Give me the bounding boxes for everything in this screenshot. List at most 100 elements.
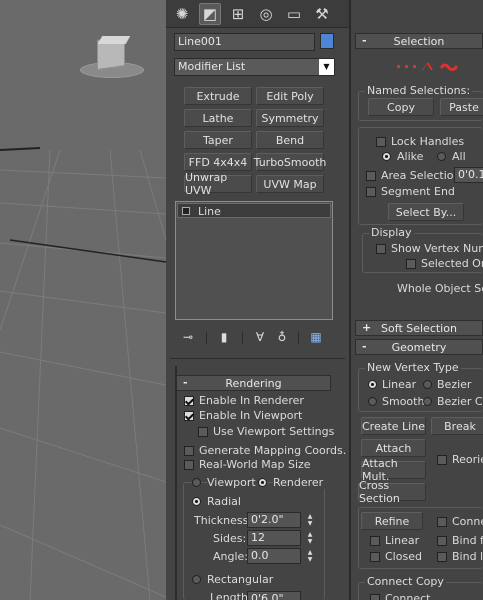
create-line-button[interactable]: Create Line: [361, 417, 426, 435]
bezier-corner-radio[interactable]: [423, 397, 432, 406]
connect-checkbox[interactable]: [437, 517, 447, 527]
geometry-rollout-header[interactable]: - Geometry: [355, 339, 483, 355]
lathe-button[interactable]: Lathe: [184, 109, 252, 127]
cross-section-button[interactable]: Cross Section: [358, 479, 426, 505]
viewcube[interactable]: [80, 36, 144, 82]
enable-in-viewport-label: Enable In Viewport: [199, 409, 303, 422]
use-viewport-settings-label: Use Viewport Settings: [213, 425, 335, 438]
ffd-button[interactable]: FFD 4x4x4: [184, 153, 252, 171]
connect-label: Conne: [452, 515, 483, 528]
renderer-radio[interactable]: [258, 478, 267, 487]
renderer-radio-label: Renderer: [273, 476, 326, 489]
taper-button[interactable]: Taper: [184, 131, 252, 149]
paste-button[interactable]: Paste: [440, 98, 483, 116]
uvw-map-button[interactable]: UVW Map: [256, 175, 324, 193]
object-color-swatch[interactable]: [320, 33, 334, 49]
motion-icon[interactable]: ◎: [255, 3, 277, 25]
turbosmooth-button[interactable]: TurboSmooth: [254, 153, 326, 171]
rectangular-radio[interactable]: [192, 575, 201, 584]
utilities-icon[interactable]: ⚒: [311, 3, 333, 25]
object-name-field[interactable]: Line001: [174, 33, 315, 51]
radial-radio[interactable]: [192, 497, 201, 506]
viewport-grid: [0, 147, 166, 600]
bend-button[interactable]: Bend: [256, 131, 324, 149]
enable-in-viewport-checkbox[interactable]: [184, 411, 194, 421]
bind-first-checkbox[interactable]: [437, 536, 447, 546]
show-vertex-numbers-label: Show Vertex Numbe: [391, 242, 483, 255]
bezier-radio[interactable]: [423, 380, 432, 389]
length-label: Length:: [210, 591, 252, 600]
closed-checkbox[interactable]: [370, 552, 380, 562]
sides-field[interactable]: 12: [247, 530, 301, 546]
length-field[interactable]: 0'6.0": [247, 591, 301, 600]
selection-rollout-header[interactable]: - Selection: [355, 33, 483, 49]
collapse-icon: -: [362, 340, 367, 353]
symmetry-button[interactable]: Symmetry: [256, 109, 324, 127]
alike-radio[interactable]: [382, 152, 391, 161]
area-selection-checkbox[interactable]: [366, 171, 376, 181]
hierarchy-icon[interactable]: ⊞: [227, 3, 249, 25]
create-icon[interactable]: ✺: [171, 3, 193, 25]
collapse-icon: -: [362, 34, 367, 47]
extrude-button[interactable]: Extrude: [184, 87, 252, 105]
selection-title: Selection: [393, 34, 445, 48]
closed-label: Closed: [385, 550, 422, 563]
linear-radio[interactable]: [368, 380, 377, 389]
copy-button[interactable]: Copy: [368, 98, 434, 116]
bezier-corner-label: Bezier Co: [437, 395, 483, 408]
bind-last-checkbox[interactable]: [437, 552, 447, 562]
modifier-list-dropdown[interactable]: Modifier List ▼: [174, 58, 335, 76]
generate-mapping-checkbox[interactable]: [184, 446, 194, 456]
use-viewport-settings-checkbox[interactable]: [198, 427, 208, 437]
edit-poly-button[interactable]: Edit Poly: [256, 87, 324, 105]
angle-field[interactable]: 0.0: [247, 548, 301, 564]
enable-in-renderer-checkbox[interactable]: [184, 396, 194, 406]
make-unique-icon[interactable]: ∀: [252, 330, 268, 346]
modifier-list-value: Modifier List: [178, 60, 246, 73]
display-icon[interactable]: ▭: [283, 3, 305, 25]
configure-sets-icon[interactable]: ▦: [308, 330, 324, 346]
refine-button[interactable]: Refine: [361, 512, 423, 530]
linear-checkbox[interactable]: [370, 536, 380, 546]
viewport-radio[interactable]: [192, 478, 201, 487]
stack-item-label: Line: [198, 205, 221, 218]
thickness-spinner[interactable]: ▲ ▼: [305, 512, 315, 528]
thickness-field[interactable]: 0'2.0": [247, 512, 301, 528]
all-radio[interactable]: [437, 152, 446, 161]
perspective-viewport[interactable]: [0, 0, 166, 600]
smooth-radio[interactable]: [368, 397, 377, 406]
bind-last-label: Bind la: [452, 550, 483, 563]
connect-copy-label: Connect Copy: [365, 575, 446, 588]
command-panel-tabs: ✺ ◩ ⊞ ◎ ▭ ⚒: [166, 0, 349, 28]
collapse-icon[interactable]: [182, 207, 190, 215]
attach-mult-button[interactable]: Attach Mult.: [361, 457, 426, 483]
select-by-button[interactable]: Select By...: [388, 203, 464, 221]
rendering-rollout-header[interactable]: - Rendering: [176, 375, 331, 391]
rectangular-radio-label: Rectangular: [207, 573, 274, 586]
selected-only-checkbox[interactable]: [406, 259, 416, 269]
break-button[interactable]: Break: [431, 417, 483, 435]
attach-button[interactable]: Attach: [361, 439, 426, 457]
area-selection-field[interactable]: 0'0.1": [454, 167, 483, 183]
show-end-result-icon[interactable]: ▮: [216, 330, 232, 346]
angle-spinner[interactable]: ▲ ▼: [305, 548, 315, 564]
modify-icon[interactable]: ◩: [199, 3, 221, 25]
show-vertex-numbers-checkbox[interactable]: [376, 244, 386, 254]
stack-item[interactable]: Line: [177, 203, 331, 218]
segment-end-checkbox[interactable]: [366, 187, 376, 197]
reorient-checkbox[interactable]: [437, 455, 447, 465]
modifier-stack[interactable]: Line: [175, 201, 333, 320]
soft-selection-title: Soft Selection: [381, 321, 457, 335]
sides-spinner[interactable]: ▲ ▼: [305, 530, 315, 546]
chevron-down-icon[interactable]: ▼: [319, 59, 334, 75]
selection-level-icons[interactable]: [395, 60, 465, 74]
remove-modifier-icon[interactable]: ♁: [274, 330, 290, 346]
reorient-label: Reorie: [452, 453, 483, 466]
pin-stack-icon[interactable]: ⊸: [180, 330, 196, 346]
unwrap-uvw-button[interactable]: Unwrap UVW: [184, 171, 252, 197]
soft-selection-rollout-header[interactable]: + Soft Selection: [355, 320, 483, 336]
lock-handles-checkbox[interactable]: [376, 137, 386, 147]
connect-copy-checkbox[interactable]: [370, 594, 380, 600]
real-world-map-checkbox[interactable]: [184, 460, 194, 470]
selected-only-label: Selected Only: [421, 257, 483, 270]
